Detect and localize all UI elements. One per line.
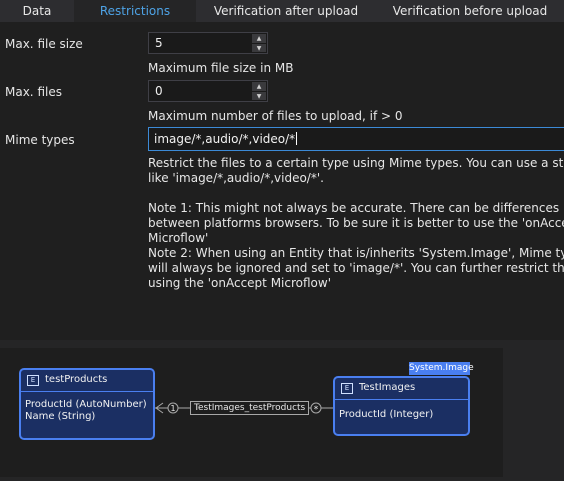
left-multiplicity: 1 bbox=[170, 404, 175, 413]
entity-icon: E bbox=[27, 375, 39, 386]
tab-verification-before-upload[interactable]: Verification before upload bbox=[376, 0, 564, 22]
max-files-value: 0 bbox=[155, 84, 163, 98]
max-file-size-stepper: ▲ ▼ bbox=[252, 34, 266, 52]
max-file-size-label: Max. file size bbox=[5, 37, 83, 51]
entity-header: E TestImages bbox=[335, 378, 468, 400]
tab-verification-after-upload[interactable]: Verification after upload bbox=[196, 0, 376, 22]
entity-attribute: Name (String) bbox=[25, 411, 96, 422]
mime-types-label: Mime types bbox=[5, 133, 75, 147]
max-files-input[interactable]: 0 ▲ ▼ bbox=[148, 80, 268, 102]
tab-bar: Data Restrictions Verification after upl… bbox=[0, 0, 564, 22]
max-files-hint: Maximum number of files to upload, if > … bbox=[148, 109, 403, 123]
max-file-size-value: 5 bbox=[155, 36, 163, 50]
decrement-icon[interactable]: ▼ bbox=[252, 43, 266, 52]
mime-types-description: Restrict the files to a certain type usi… bbox=[148, 156, 564, 291]
association-name[interactable]: TestImages_testProducts bbox=[190, 401, 310, 415]
entity-test-products[interactable]: E testProducts ProductId (AutoNumber) Na… bbox=[19, 368, 155, 440]
description-line: like 'image/*,audio/*,video/*'. bbox=[148, 171, 324, 185]
restrictions-panel: Max. file size 5 ▲ ▼ Maximum file size i… bbox=[0, 22, 564, 340]
mime-types-value: image/*,audio/*,video/* bbox=[154, 132, 296, 146]
entity-test-images[interactable]: E TestImages ProductId (Integer) bbox=[333, 376, 470, 436]
increment-icon[interactable]: ▲ bbox=[252, 82, 266, 91]
description-line: Microflow' bbox=[148, 231, 209, 245]
entity-icon: E bbox=[341, 383, 353, 394]
entity-attribute: ProductId (Integer) bbox=[339, 409, 434, 420]
max-files-stepper: ▲ ▼ bbox=[252, 82, 266, 100]
increment-icon[interactable]: ▲ bbox=[252, 34, 266, 43]
entity-attribute: ProductId (AutoNumber) bbox=[25, 399, 147, 410]
description-line: will always be ignored and set to 'image… bbox=[148, 261, 564, 275]
generalization-badge: System.Image bbox=[409, 362, 474, 375]
description-line: Note 1: This might not always be accurat… bbox=[148, 201, 560, 215]
description-line: Restrict the files to a certain type usi… bbox=[148, 156, 564, 170]
tab-data[interactable]: Data bbox=[0, 0, 74, 22]
max-file-size-hint: Maximum file size in MB bbox=[148, 61, 294, 75]
max-files-label: Max. files bbox=[5, 85, 62, 99]
decrement-icon[interactable]: ▼ bbox=[252, 91, 266, 100]
entity-attributes: ProductId (AutoNumber) Name (String) bbox=[21, 392, 153, 423]
entity-name: testProducts bbox=[45, 374, 108, 385]
description-line: using the 'onAccept Microflow' bbox=[148, 276, 332, 290]
max-file-size-input[interactable]: 5 ▲ ▼ bbox=[148, 32, 268, 54]
entity-header: E testProducts bbox=[21, 370, 153, 392]
right-multiplicity: * bbox=[314, 405, 319, 415]
description-line: Note 2: When using an Entity that is/inh… bbox=[148, 246, 564, 260]
entity-attributes: ProductId (Integer) bbox=[335, 400, 468, 421]
entity-name: TestImages bbox=[359, 382, 416, 393]
mime-types-input[interactable]: image/*,audio/*,video/* bbox=[148, 127, 564, 151]
description-line: between platforms browsers. To be sure i… bbox=[148, 216, 564, 230]
tab-restrictions[interactable]: Restrictions bbox=[74, 0, 196, 22]
text-caret bbox=[296, 132, 298, 145]
domain-model-diagram: 1 * E testProducts ProductId (AutoNumber… bbox=[0, 348, 503, 477]
